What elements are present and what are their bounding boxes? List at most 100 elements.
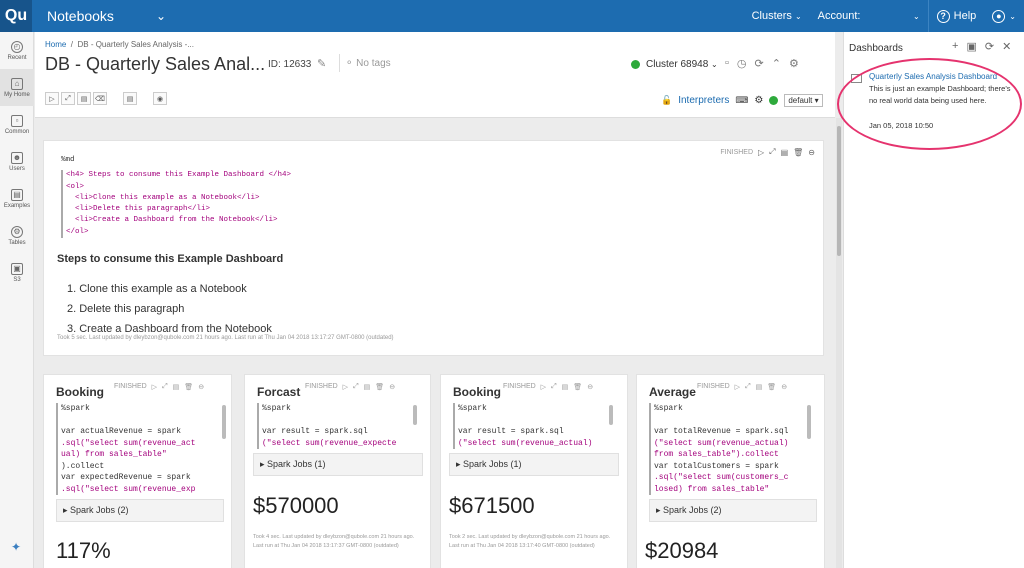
interpreter-bar: 🔓 Interpreters ⌨ ⚙ default ▾ [661,94,823,107]
spark-jobs-toggle[interactable]: ▸ Spark Jobs (1) [253,453,423,476]
help-button[interactable]: ? Help [927,0,985,32]
output-icon[interactable]: ▤ [173,383,180,391]
close-icon[interactable]: ✕ [1002,40,1011,53]
main-scrollbar[interactable] [836,118,842,568]
nav-s3[interactable]: ▣ S3 [0,254,34,291]
spark-jobs-toggle[interactable]: ▸ Spark Jobs (2) [56,499,224,522]
breadcrumb: Home / DB - Quarterly Sales Analysis -..… [45,40,194,49]
expand-icon[interactable]: ⤢ [162,383,168,391]
edit-pencil-icon[interactable]: ✎ [317,57,326,70]
spark-jobs-toggle[interactable]: ▸ Spark Jobs (2) [649,499,817,522]
code-editor[interactable]: %spark var actualRevenue = spark .sql("se… [56,403,222,495]
nav-recent[interactable]: ◴ Recent [0,32,34,69]
interpreters-link[interactable]: Interpreters [678,95,729,106]
run-icon[interactable]: ▷ [541,383,546,391]
account-menu[interactable]: Account: ⌄ [810,0,928,32]
refresh-icon[interactable]: ⟳ [755,57,764,70]
cluster-selector[interactable]: Cluster 68948 ⌄ [631,59,718,70]
export-icon[interactable]: ▤ [123,92,137,105]
menu-icon[interactable]: ⊖ [808,148,815,157]
nav-my-home[interactable]: ⌂ My Home [0,69,34,106]
run-icon[interactable]: ▷ [152,383,157,391]
interpreter-status-dot [769,96,779,105]
gear-icon[interactable]: ⚙ [754,95,763,106]
paragraph-status: FINISHED [720,148,754,156]
nav-tables[interactable]: ⚙ Tables [0,217,34,254]
user-icon: ● [992,9,1006,23]
clear-output-icon[interactable]: ⌫ [93,92,107,105]
spark-jobs-toggle[interactable]: ▸ Spark Jobs (1) [449,453,619,476]
trash-icon[interactable]: 🗑 [375,383,384,391]
expand-icon[interactable]: ⤢ [353,383,359,391]
nav-common[interactable]: ▫ Common [0,106,34,143]
settings-gear-icon[interactable]: ⚙ [789,57,799,70]
collapse-icon[interactable]: ⌃ [772,57,781,70]
markdown-heading: Steps to consume this Example Dashboard [57,253,284,265]
schedule-icon[interactable]: ◉ [153,92,167,105]
output-icon[interactable]: ▤ [781,148,789,157]
run-icon[interactable]: ▷ [735,383,740,391]
output-icon[interactable]: ▤ [756,383,763,391]
expand-icon[interactable]: ⤢ [745,383,751,391]
booking-percent-card[interactable]: Booking FINISHED ▷ ⤢ ▤ 🗑 ⊖ %spark var actualR… [43,374,232,568]
chevron-down-icon: ⌄ [711,60,718,69]
card-controls: FINISHED ▷ ⤢ ▤ 🗑 ⊖ [503,383,593,391]
output-icon[interactable]: ▤ [562,383,569,391]
forecast-card[interactable]: Forcast FINISHED ▷ ⤢ ▤ 🗑 ⊖ %spark var result … [244,374,431,568]
nav-examples[interactable]: ▤ Examples [0,180,34,217]
code-scrollbar[interactable] [807,405,811,439]
user-menu[interactable]: ● ⌄ [984,0,1024,32]
code-scrollbar[interactable] [222,405,226,439]
qubole-logo[interactable]: Qu [0,0,32,32]
add-icon[interactable]: + [952,40,958,53]
annotation-circle [837,58,1022,150]
pin-icon[interactable]: ✦ [11,540,21,554]
run-all-icon[interactable]: ▷ [45,92,59,105]
paragraph-controls: FINISHED ▷ ⤢ ▤ 🗑 ⊖ [720,147,815,157]
keyboard-icon[interactable]: ⌨ [735,95,748,106]
expand-icon[interactable]: ⤢ [551,383,557,391]
code-scrollbar[interactable] [413,405,417,425]
expand-icon[interactable]: ⤢ [769,147,775,157]
trash-icon[interactable]: 🗑 [184,383,193,391]
menu-icon[interactable]: ⊖ [587,383,593,391]
menu-icon[interactable]: ⊖ [781,383,787,391]
booking-card[interactable]: Booking FINISHED ▷ ⤢ ▤ 🗑 ⊖ %spark var result … [440,374,628,568]
hide-code-icon[interactable]: ⤢ [61,92,75,105]
monitor-icon[interactable]: ▣ [966,40,976,53]
interpreter-select[interactable]: default ▾ [784,94,823,107]
top-bar: Qu Notebooks ⌄ Clusters ⌄ Account: ⌄ ? Hel… [0,0,1024,32]
nav-users[interactable]: ☻ Users [0,143,34,180]
menu-icon[interactable]: ⊖ [198,383,204,391]
tags-field[interactable]: ⚬ No tags [345,58,391,69]
scrollbar-thumb[interactable] [837,126,841,256]
run-icon[interactable]: ▷ [758,148,764,157]
app-switcher[interactable]: Notebooks ⌄ [47,8,166,24]
trash-icon[interactable]: 🗑 [767,383,776,391]
trash-icon[interactable]: 🗑 [793,148,803,157]
cluster-name: Cluster 68948 [646,59,709,70]
breadcrumb-home[interactable]: Home [45,40,66,49]
run-icon[interactable]: ▷ [343,383,348,391]
output-icon[interactable]: ▤ [364,383,371,391]
history-icon[interactable]: ◷ [737,57,747,70]
markdown-code[interactable]: %md <h4> Steps to consume this Example D… [61,155,291,239]
code-editor[interactable]: %spark var result = spark.sql ("select su… [257,403,417,449]
code-line: <li>Delete this paragraph</li> [66,205,211,214]
markdown-paragraph[interactable]: FINISHED ▷ ⤢ ▤ 🗑 ⊖ %md <h4> Steps to con… [43,140,824,356]
hide-output-icon[interactable]: ▤ [77,92,91,105]
app-name: Notebooks [47,8,114,24]
markdown-list: 1. Clone this example as a Notebook 2. D… [67,279,272,339]
average-card[interactable]: Average FINISHED ▷ ⤢ ▤ 🗑 ⊖ %spark var totalRe… [636,374,825,568]
nav-label: Tables [8,239,26,246]
code-editor[interactable]: %spark var totalRevenue = spark.sql ("sel… [649,403,811,495]
comment-icon[interactable]: ▫ [725,57,729,70]
menu-icon[interactable]: ⊖ [389,383,395,391]
code-editor[interactable]: %spark var result = spark.sql ("select su… [453,403,613,449]
trash-icon[interactable]: 🗑 [573,383,582,391]
code-scrollbar[interactable] [609,405,613,425]
clusters-menu[interactable]: Clusters ⌄ [744,0,810,32]
refresh-icon[interactable]: ⟳ [985,40,994,53]
lock-icon[interactable]: 🔓 [661,95,672,106]
card-controls: FINISHED ▷ ⤢ ▤ 🗑 ⊖ [114,383,204,391]
